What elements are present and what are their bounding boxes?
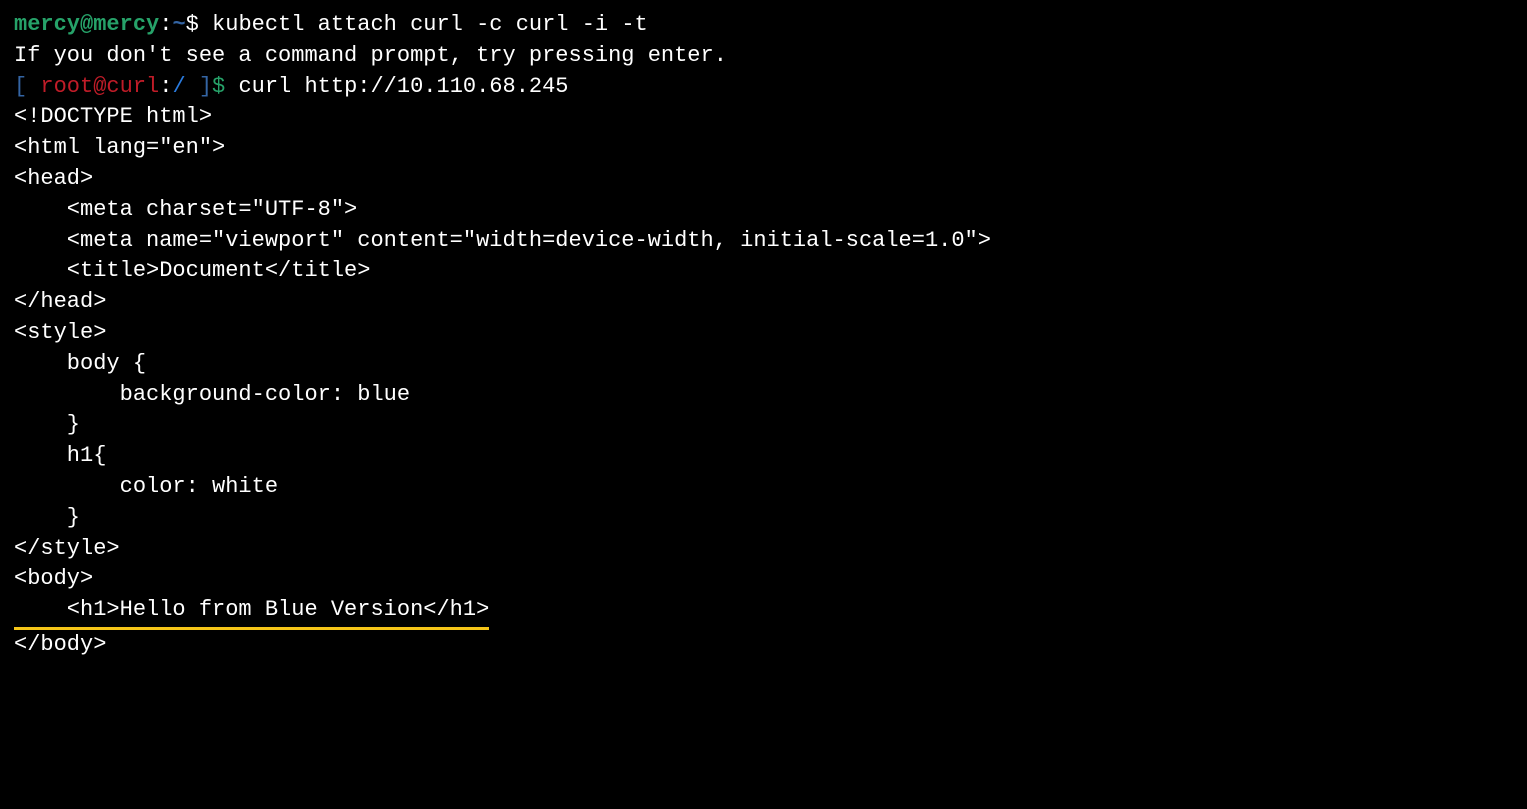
terminal-line-prompt2[interactable]: [ root@curl:/ ]$ curl http://10.110.68.2… [14, 72, 1513, 103]
output-line: color: white [14, 472, 1513, 503]
output-line: <html lang="en"> [14, 133, 1513, 164]
output-line: h1{ [14, 441, 1513, 472]
colon-inner: : [159, 74, 172, 99]
path-inner: / [172, 74, 198, 99]
output-line: </head> [14, 287, 1513, 318]
output-line: <!DOCTYPE html> [14, 102, 1513, 133]
command-text: kubectl attach curl -c curl -i -t [212, 12, 648, 37]
path: ~ [172, 12, 185, 37]
output-line: </style> [14, 534, 1513, 565]
command-inner: curl http://10.110.68.245 [238, 74, 568, 99]
output-line: <head> [14, 164, 1513, 195]
output-line: </body> [14, 630, 1513, 661]
output-line: <style> [14, 318, 1513, 349]
user-host: mercy@mercy [14, 12, 159, 37]
output-line: body { [14, 349, 1513, 380]
highlighted-text: <h1>Hello from Blue Version</h1> [14, 595, 489, 630]
output-line: <title>Document</title> [14, 256, 1513, 287]
bracket-open: [ [14, 74, 40, 99]
user-host-inner: root@curl [40, 74, 159, 99]
terminal-line-prompt1[interactable]: mercy@mercy:~$ kubectl attach curl -c cu… [14, 10, 1513, 41]
output-line: <body> [14, 564, 1513, 595]
bracket-close: ] [199, 74, 212, 99]
output-line: } [14, 410, 1513, 441]
colon: : [159, 12, 172, 37]
output-line: <meta charset="UTF-8"> [14, 195, 1513, 226]
terminal-output-info: If you don't see a command prompt, try p… [14, 41, 1513, 72]
output-line: background-color: blue [14, 380, 1513, 411]
output-line: <meta name="viewport" content="width=dev… [14, 226, 1513, 257]
dollar: $ [186, 12, 212, 37]
dollar-inner: $ [212, 74, 238, 99]
output-line-highlighted: <h1>Hello from Blue Version</h1> [14, 595, 1513, 630]
output-line: } [14, 503, 1513, 534]
